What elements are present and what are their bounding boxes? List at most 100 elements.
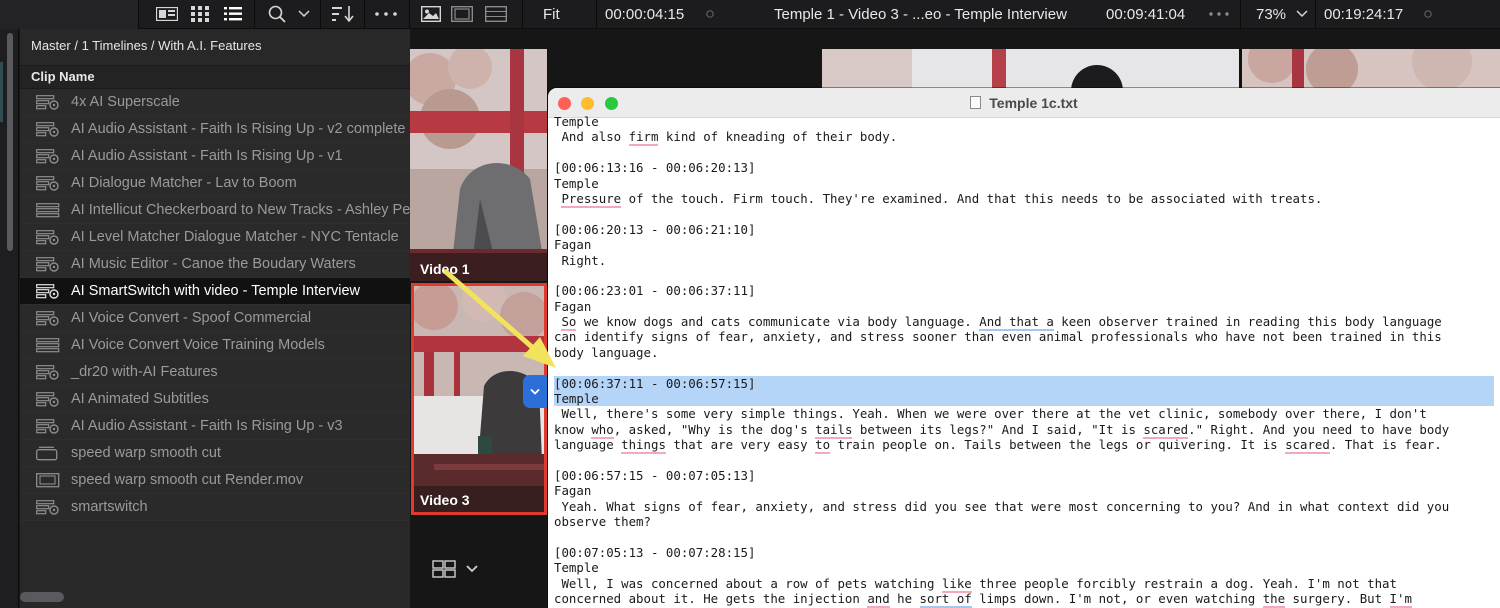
clip-row[interactable]: smartswitch: [20, 494, 410, 521]
clip-row[interactable]: _dr20 with-AI Features: [20, 359, 410, 386]
horizontal-scrollbar[interactable]: [20, 592, 64, 602]
window-title-text: Temple 1c.txt: [989, 95, 1078, 111]
cam-switch-button[interactable]: [523, 375, 547, 408]
clip-name: AI Level Matcher Dialogue Matcher - NYC …: [71, 229, 399, 245]
bin-selection-indicator: [0, 62, 3, 122]
toolbar-divider: [409, 0, 410, 29]
document-icon: [970, 96, 982, 109]
transcript-line: Yeah. What signs of fear, anxiety, and s…: [554, 498, 1450, 514]
sort-icon[interactable]: [331, 4, 355, 24]
clip-name: 4x AI Superscale: [71, 94, 180, 110]
clip-name: AI Voice Convert - Spoof Commercial: [71, 310, 312, 326]
clip-name: AI SmartSwitch with video - Temple Inter…: [71, 283, 361, 299]
clip-row[interactable]: AI Audio Assistant - Faith Is Rising Up …: [20, 116, 410, 143]
clip-row[interactable]: AI Audio Assistant - Faith Is Rising Up …: [20, 143, 410, 170]
clip-name: AI Dialogue Matcher - Lav to Boom: [71, 175, 297, 191]
more-options-icon[interactable]: [374, 4, 398, 24]
transcript-line: can identify signs of fear, anxiety, and…: [554, 329, 1442, 345]
timeline-icon: [36, 230, 60, 245]
angle-4-thumbnail[interactable]: [1242, 49, 1500, 89]
transcript-line: [00:06:13:16 - 00:06:20:13]: [554, 160, 756, 176]
transcript-line: Right.: [554, 252, 607, 268]
clip-name: AI Audio Assistant - Faith Is Rising Up …: [71, 121, 406, 137]
transcript-text-area[interactable]: Temple And also firm kind of kneading of…: [554, 114, 1494, 608]
image-view-icon[interactable]: [419, 4, 443, 24]
transcript-line: [554, 360, 1494, 375]
fit-zoom-dropdown[interactable]: Fit: [543, 0, 560, 29]
transcript-line: [554, 453, 1494, 468]
clip-name: AI Audio Assistant - Faith Is Rising Up …: [71, 418, 343, 434]
clip-row[interactable]: AI Voice Convert - Spoof Commercial: [20, 305, 410, 332]
column-header[interactable]: Clip Name: [20, 65, 410, 89]
toolbar-divider: [522, 0, 523, 29]
multitrack-icon: [36, 338, 60, 353]
record-dot-icon: [1422, 4, 1434, 24]
toolbar-divider: [320, 0, 321, 29]
breadcrumb[interactable]: Master / 1 Timelines / With A.I. Feature…: [31, 38, 261, 53]
angle-2-thumbnail[interactable]: [822, 49, 1242, 89]
thumbnail-view-icon[interactable]: [155, 4, 179, 24]
zoom-level[interactable]: 73%: [1256, 0, 1286, 29]
clip-name: smartswitch: [71, 499, 148, 515]
timeline-icon: [36, 419, 60, 434]
transcript-line: language things that are very easy to tr…: [554, 437, 1442, 455]
transcript-line: And also firm kind of kneading of their …: [554, 129, 898, 147]
clip-row-selected[interactable]: AI SmartSwitch with video - Temple Inter…: [20, 278, 410, 305]
timeline-icon: [36, 176, 60, 191]
clip-name: AI Voice Convert Voice Training Models: [71, 337, 325, 353]
transcript-line: Temple: [554, 114, 599, 129]
transcript-line: Pressure of the touch. Firm touch. They'…: [561, 190, 1323, 208]
chevron-down-icon[interactable]: [296, 4, 312, 24]
clip-row[interactable]: speed warp smooth cut: [20, 440, 410, 467]
timeline-icon: [36, 500, 60, 515]
compound-icon: [36, 446, 60, 461]
transcript-line: [00:06:20:13 - 00:06:21:10]: [554, 221, 756, 237]
chevron-down-icon[interactable]: [1294, 4, 1310, 24]
clip-row[interactable]: AI Animated Subtitles: [20, 386, 410, 413]
timeline-icon: [36, 149, 60, 164]
transcript-line: concerned about it. He gets the injectio…: [554, 591, 1412, 608]
toolbar-divider: [254, 0, 255, 29]
record-timecode: 00:19:24:17: [1324, 6, 1404, 23]
angle-1-thumbnail[interactable]: [410, 49, 547, 281]
transcript-line: Fagan: [554, 298, 592, 314]
record-dot-icon: [704, 4, 716, 24]
timeline-icon: [36, 257, 60, 272]
more-options-icon[interactable]: [1207, 4, 1231, 24]
transcript-line: Temple: [554, 560, 599, 576]
clip-row[interactable]: speed warp smooth cut Render.mov: [20, 467, 410, 494]
toolbar-divider: [596, 0, 597, 29]
viewer-clip-title[interactable]: Temple 1 - Video 3 - ...eo - Temple Inte…: [774, 0, 1067, 29]
timeline-icon: [36, 95, 60, 110]
multicam-layout-button[interactable]: [432, 559, 484, 586]
clip-row[interactable]: AI Voice Convert Voice Training Models: [20, 332, 410, 359]
chevron-down-icon: [530, 388, 540, 395]
top-toolbar: Fit 00:00:04:15 Temple 1 - Video 3 - ...…: [0, 0, 1500, 29]
vertical-scrollbar[interactable]: [7, 33, 13, 251]
transcript-line: know who, asked, "Why is the dog's tails…: [554, 421, 1450, 439]
clip-name: AI Intellicut Checkerboard to New Tracks…: [71, 202, 410, 218]
clip-row[interactable]: AI Dialogue Matcher - Lav to Boom: [20, 170, 410, 197]
clip-row[interactable]: AI Level Matcher Dialogue Matcher - NYC …: [20, 224, 410, 251]
toolbar-left-blank: [0, 0, 138, 29]
filmstrip-view-icon[interactable]: [450, 4, 474, 24]
clip-row[interactable]: AI Music Editor - Canoe the Boudary Wate…: [20, 251, 410, 278]
waveform-view-icon[interactable]: [484, 4, 508, 24]
list-view-icon[interactable]: [222, 4, 244, 24]
clip-row[interactable]: 4x AI Superscale: [20, 89, 410, 116]
transcript-line: [00:07:05:13 - 00:07:28:15]: [554, 544, 756, 560]
clip-name: AI Animated Subtitles: [71, 391, 209, 407]
transcript-line: [00:06:57:15 - 00:07:05:13]: [554, 467, 756, 483]
timeline-icon: [36, 311, 60, 326]
clip-row[interactable]: AI Audio Assistant - Faith Is Rising Up …: [20, 413, 410, 440]
transcript-line: [554, 145, 1494, 160]
toolbar-divider: [1240, 0, 1241, 29]
clip-list: 4x AI Superscale AI Audio Assistant - Fai…: [20, 89, 410, 521]
search-icon[interactable]: [266, 4, 288, 24]
angle-1-label: Video 1: [420, 261, 470, 277]
clip-row[interactable]: AI Intellicut Checkerboard to New Tracks…: [20, 197, 410, 224]
transcript-line: Fagan: [554, 237, 592, 253]
clip-name: _dr20 with-AI Features: [71, 364, 218, 380]
grid-view-icon[interactable]: [189, 4, 211, 24]
transcript-line: [554, 530, 1494, 545]
